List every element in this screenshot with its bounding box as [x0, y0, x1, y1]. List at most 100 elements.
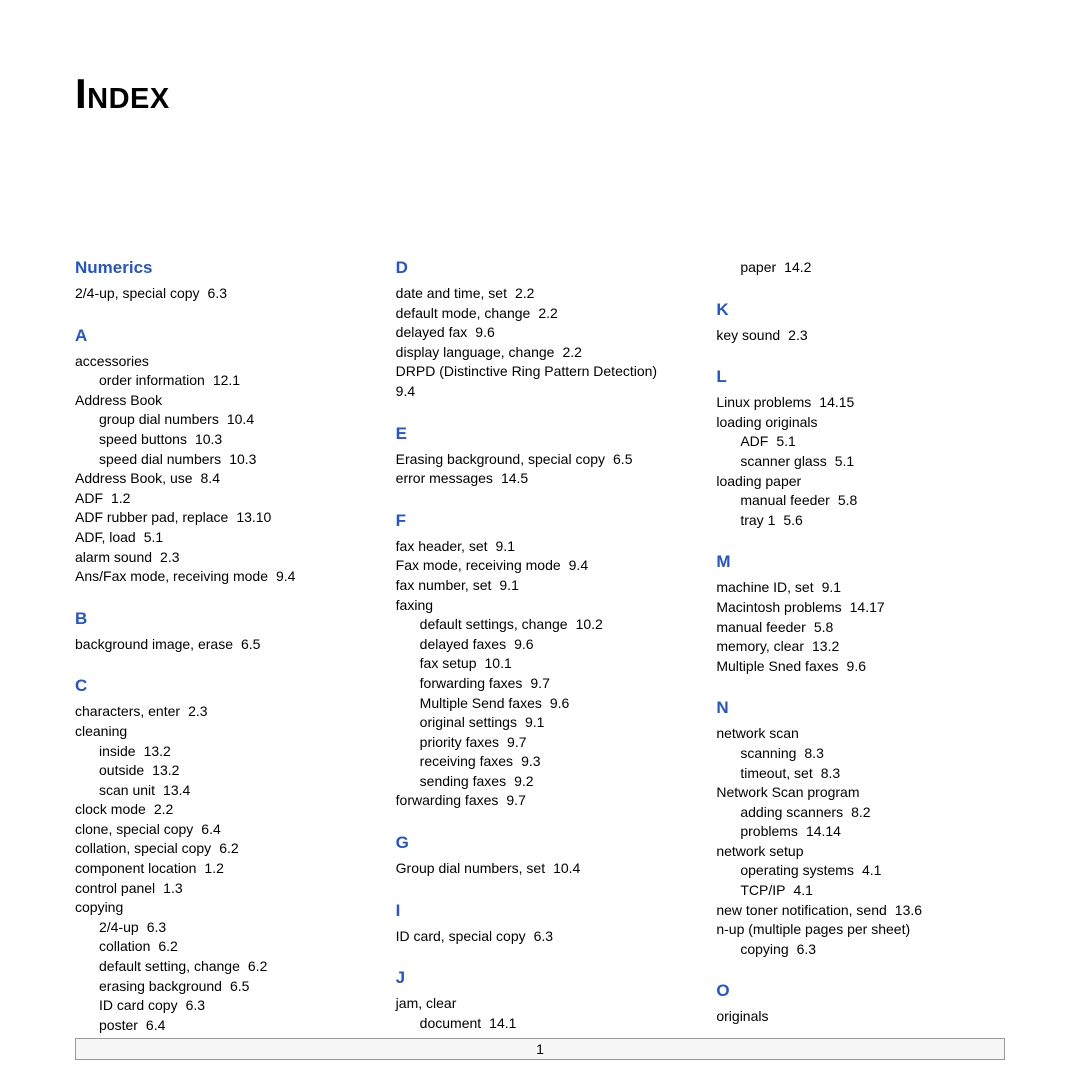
- entry-text: scan unit: [99, 782, 155, 798]
- entry-page: 14.2: [784, 259, 811, 275]
- index-columns: Numerics2/4-up, special copy6.3Aaccessor…: [75, 258, 1005, 1055]
- entry-text: 2/4-up: [99, 919, 139, 935]
- index-entry: timeout, set8.3: [716, 764, 1005, 784]
- entry-page: 1.2: [111, 490, 130, 506]
- section-heading: N: [716, 698, 1005, 718]
- entry-page: 13.2: [812, 638, 839, 654]
- entry-page: 5.6: [783, 512, 802, 528]
- index-entry: manual feeder5.8: [716, 491, 1005, 511]
- entry-page: 9.1: [496, 538, 515, 554]
- entry-text: loading paper: [716, 473, 801, 489]
- section-heading: Numerics: [75, 258, 364, 278]
- entry-text: Group dial numbers, set: [396, 860, 545, 876]
- entry-page: 8.3: [804, 745, 823, 761]
- entry-text: ADF, load: [75, 529, 136, 545]
- index-entry: adding scanners8.2: [716, 803, 1005, 823]
- entry-text: operating systems: [740, 862, 854, 878]
- index-entry: clock mode2.2: [75, 800, 364, 820]
- index-entry: key sound2.3: [716, 326, 1005, 346]
- index-entry: originals: [716, 1007, 1005, 1027]
- index-entry: n-up (multiple pages per sheet): [716, 920, 1005, 940]
- entry-page: 14.1: [489, 1015, 516, 1031]
- entry-page: 6.3: [186, 997, 205, 1013]
- entry-page: 10.3: [229, 451, 256, 467]
- entry-text: machine ID, set: [716, 579, 813, 595]
- entry-page: 8.4: [201, 470, 220, 486]
- entry-text: 2/4-up, special copy: [75, 285, 200, 301]
- page-title: Index: [75, 70, 1005, 118]
- section-heading: D: [396, 258, 685, 278]
- entry-text: fax setup: [420, 655, 477, 671]
- index-entry: fax header, set 9.1: [396, 537, 685, 557]
- entry-text: manual feeder: [740, 492, 830, 508]
- section-heading: O: [716, 981, 1005, 1001]
- entry-text: Erasing background, special copy: [396, 451, 605, 467]
- entry-page: 2.3: [188, 703, 207, 719]
- entry-text: clone, special copy: [75, 821, 193, 837]
- entry-text: background image, erase: [75, 636, 233, 652]
- index-entry: 2/4-up6.3: [75, 918, 364, 938]
- entry-page: 13.2: [144, 743, 171, 759]
- index-entry: default settings, change 10.2: [396, 615, 685, 635]
- entry-text: inside: [99, 743, 136, 759]
- section-heading: M: [716, 552, 1005, 572]
- entry-page: 6.4: [201, 821, 220, 837]
- entry-text: key sound: [716, 327, 780, 343]
- index-entry: Multiple Send faxes9.6: [396, 694, 685, 714]
- entry-text: default settings, change: [420, 616, 568, 632]
- entry-text: fax number, set: [396, 577, 492, 593]
- entry-text: scanner glass: [740, 453, 826, 469]
- entry-text: date and time, set: [396, 285, 507, 301]
- entry-page: 2.2: [538, 305, 557, 321]
- entry-text: outside: [99, 762, 144, 778]
- index-entry: new toner notification, send13.6: [716, 901, 1005, 921]
- entry-page: 10.2: [576, 616, 603, 632]
- page-number: 1: [536, 1041, 544, 1057]
- index-entry: machine ID, set9.1: [716, 578, 1005, 598]
- entry-text: copying: [740, 941, 788, 957]
- entry-page: 5.8: [814, 619, 833, 635]
- index-entry: scanning8.3: [716, 744, 1005, 764]
- index-entry: Address Book, use8.4: [75, 469, 364, 489]
- entry-page: 6.5: [241, 636, 260, 652]
- index-entry: speed buttons10.3: [75, 430, 364, 450]
- index-entry: poster6.4: [75, 1016, 364, 1036]
- entry-text: Fax mode, receiving mode: [396, 557, 561, 573]
- index-entry: tray 15.6: [716, 511, 1005, 531]
- entry-page: 10.3: [195, 431, 222, 447]
- entry-page: 9.7: [530, 675, 549, 691]
- index-entry: copying: [75, 898, 364, 918]
- index-entry: Address Book: [75, 391, 364, 411]
- entry-text: collation, special copy: [75, 840, 211, 856]
- entry-page: 13.2: [152, 762, 179, 778]
- index-entry: delayed fax9.6: [396, 323, 685, 343]
- entry-page: 2.3: [160, 549, 179, 565]
- entry-text: paper: [740, 259, 776, 275]
- entry-page: 14.15: [819, 394, 854, 410]
- entry-text: receiving faxes: [420, 753, 513, 769]
- index-entry: Network Scan program: [716, 783, 1005, 803]
- entry-page: 9.6: [475, 324, 494, 340]
- section-heading: B: [75, 609, 364, 629]
- entry-page: 9.6: [847, 658, 866, 674]
- entry-text: delayed faxes: [420, 636, 506, 652]
- entry-page: 9.7: [506, 792, 525, 808]
- entry-page: 1.3: [163, 880, 182, 896]
- entry-page: 13.10: [236, 509, 271, 525]
- entry-page: 9.7: [507, 734, 526, 750]
- index-entry: 9.4: [396, 382, 685, 402]
- entry-page: 9.1: [499, 577, 518, 593]
- entry-page: 10.1: [485, 655, 512, 671]
- entry-text: priority faxes: [420, 734, 499, 750]
- index-entry: Fax mode, receiving mode9.4: [396, 556, 685, 576]
- index-entry: Ans/Fax mode, receiving mode9.4: [75, 567, 364, 587]
- index-entry: document14.1: [396, 1014, 685, 1034]
- entry-text: fax header, set: [396, 538, 488, 554]
- entry-text: network setup: [716, 843, 803, 859]
- index-entry: loading originals: [716, 413, 1005, 433]
- index-entry: erasing background6.5: [75, 977, 364, 997]
- entry-page: 9.4: [276, 568, 295, 584]
- index-entry: error messages14.5: [396, 469, 685, 489]
- entry-text: Address Book: [75, 392, 162, 408]
- entry-page: 9.1: [525, 714, 544, 730]
